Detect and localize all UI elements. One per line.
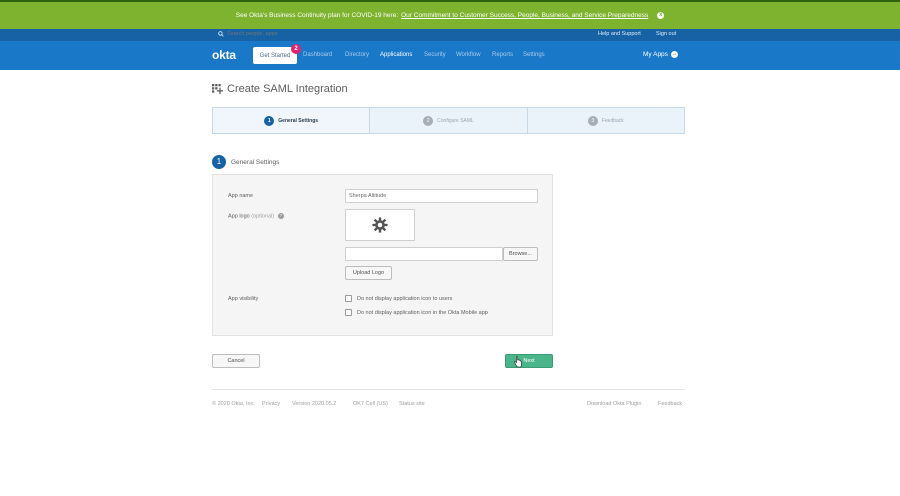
nav-settings[interactable]: Settings xyxy=(523,52,545,58)
footer-feedback-link[interactable]: Feedback xyxy=(658,401,682,407)
hide-icon-users-label: Do not display application icon to users xyxy=(357,295,453,302)
section-number: 1 xyxy=(212,155,226,169)
app-name-label: App name xyxy=(228,193,254,199)
footer-divider xyxy=(212,389,685,390)
browse-button[interactable]: Browse... xyxy=(503,247,538,261)
footer-copyright: © 2020 Okta, Inc. xyxy=(212,401,255,407)
nav-reports[interactable]: Reports xyxy=(492,52,513,58)
nav-dashboard[interactable]: Dashboard xyxy=(303,52,332,58)
app-logo-label-text: App logo xyxy=(228,213,250,220)
app-logo-preview xyxy=(345,209,415,241)
cancel-button[interactable]: Cancel xyxy=(212,354,260,368)
step-general-settings: 1 General Settings xyxy=(213,108,371,133)
banner-link[interactable]: Our Commitment to Customer Success, Peop… xyxy=(401,12,648,19)
wizard-steps: 1 General Settings 2 Configure SAML 3 Fe… xyxy=(212,107,685,134)
step-number: 2 xyxy=(423,115,434,126)
step-number: 3 xyxy=(587,115,598,126)
nav-security[interactable]: Security xyxy=(424,52,446,58)
step-label: Feedback xyxy=(601,117,624,124)
footer-status-link[interactable]: Status site xyxy=(399,401,425,407)
step-label: Configure SAML xyxy=(437,117,474,124)
footer-cell: OK7 Cell (US) xyxy=(353,401,388,407)
help-icon[interactable]: ? xyxy=(277,213,284,219)
step-feedback: 3 Feedback xyxy=(528,108,684,133)
signout-link[interactable]: Sign out xyxy=(656,31,676,37)
section-heading: 1 General Settings xyxy=(212,155,279,169)
main-nav: okta Get Started 2 Dashboard Directory A… xyxy=(0,41,900,70)
app-grid-add-icon xyxy=(212,83,223,94)
okta-logo[interactable]: okta xyxy=(212,48,236,62)
help-link[interactable]: Help and Support xyxy=(598,31,641,37)
footer-privacy-link[interactable]: Privacy xyxy=(262,401,280,407)
footer-download-plugin-link[interactable]: Download Okta Plugin xyxy=(587,401,641,407)
banner-text: See Okta's Business Continuity plan for … xyxy=(235,12,399,19)
app-name-input[interactable] xyxy=(345,189,538,203)
page-title: Create SAML Integration xyxy=(212,83,348,95)
step-label: General Settings xyxy=(278,117,319,124)
search-input[interactable] xyxy=(227,31,307,37)
banner-close-icon[interactable]: x xyxy=(657,12,665,19)
utility-bar: Help and Support Sign out xyxy=(0,29,900,41)
notification-badge: 2 xyxy=(291,44,301,54)
search-area xyxy=(218,31,307,37)
my-apps-label: My Apps xyxy=(643,51,668,58)
footer-version: Version 2020.05.2 xyxy=(292,401,337,407)
upload-logo-button[interactable]: Upload Logo xyxy=(345,266,392,280)
optional-hint: (optional) xyxy=(251,213,275,220)
gear-icon xyxy=(372,217,388,233)
hide-icon-users-checkbox[interactable] xyxy=(345,295,352,302)
hide-icon-mobile-checkbox[interactable] xyxy=(345,309,352,316)
my-apps-link[interactable]: My Apps → xyxy=(643,51,678,58)
logo-file-path-input[interactable] xyxy=(345,247,503,261)
nav-applications[interactable]: Applications xyxy=(380,52,412,58)
section-title: General Settings xyxy=(231,158,280,166)
nav-workflow[interactable]: Workflow xyxy=(456,52,481,58)
hide-icon-mobile-label: Do not display application icon in the O… xyxy=(357,309,488,316)
page-title-text: Create SAML Integration xyxy=(227,83,348,95)
arrow-right-icon: → xyxy=(670,51,678,58)
covid-banner: See Okta's Business Continuity plan for … xyxy=(0,2,900,29)
search-icon xyxy=(218,31,224,37)
hide-icon-users-option[interactable]: Do not display application icon to users xyxy=(345,295,452,302)
nav-directory[interactable]: Directory xyxy=(345,52,369,58)
hide-icon-mobile-option[interactable]: Do not display application icon in the O… xyxy=(345,309,488,316)
app-visibility-label: App visibility xyxy=(228,296,259,302)
hand-cursor-icon xyxy=(514,356,522,368)
app-logo-label: App logo (optional) ? xyxy=(228,213,284,219)
next-button[interactable]: Next xyxy=(505,354,553,368)
step-number: 1 xyxy=(264,115,275,126)
step-configure-saml: 2 Configure SAML xyxy=(370,108,528,133)
